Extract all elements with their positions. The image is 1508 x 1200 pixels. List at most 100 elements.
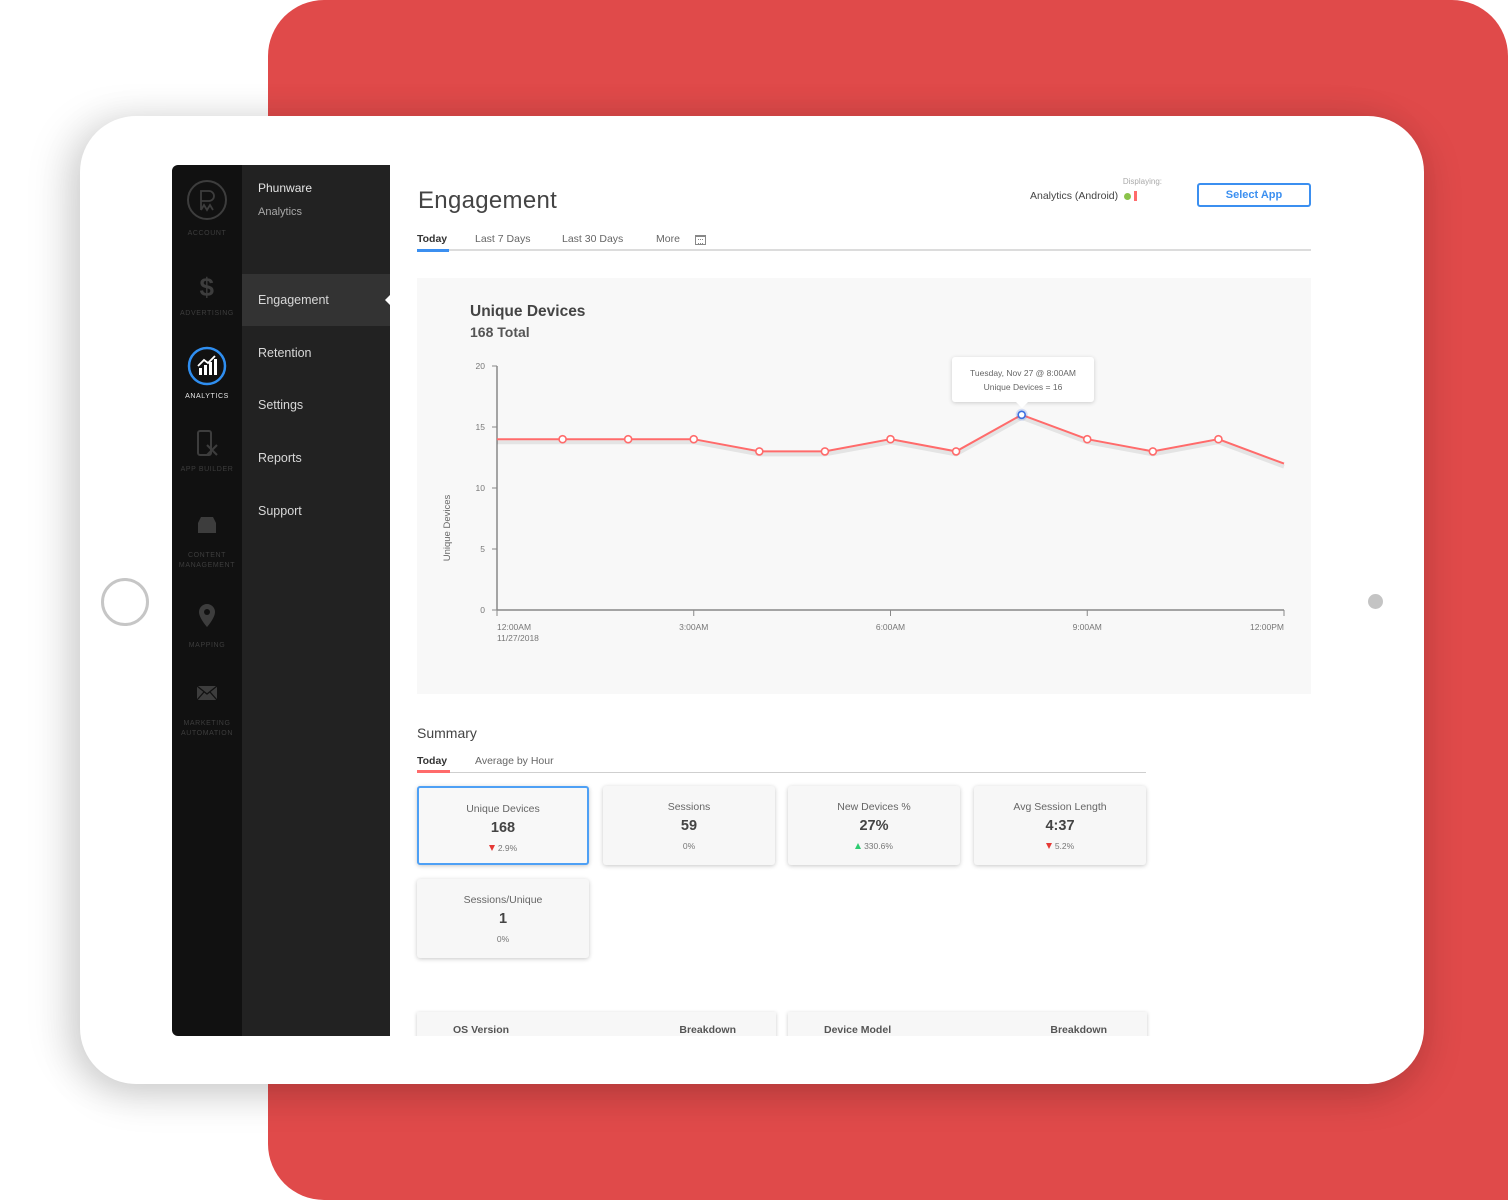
nav-item-reports[interactable]: Reports — [242, 432, 390, 484]
nav-item-label: Reports — [258, 451, 302, 465]
device-model-breakdown-card: Device Model Breakdown — [788, 1012, 1147, 1036]
tablet-camera — [1368, 594, 1383, 609]
data-point — [820, 447, 830, 456]
stat-value: 27% — [859, 818, 889, 834]
stat-label: New Devices % — [837, 801, 911, 813]
stat-value: 1 — [498, 911, 508, 927]
stat-card-unique-devices[interactable]: Unique Devices 168 2.9% — [417, 786, 589, 865]
y-axis-label: Unique Devices — [442, 494, 453, 561]
chart-tooltip: Tuesday, Nov 27 @ 8:00AM Unique Devices … — [952, 357, 1094, 408]
stat-card-sessions-per-unique[interactable]: Sessions/Unique 1 0% — [417, 879, 589, 958]
nav-item-label: Retention — [258, 346, 312, 360]
tab-last-30-days[interactable]: Last 30 Days — [562, 233, 623, 245]
breakdown-title: OS Version — [453, 1024, 510, 1036]
data-point — [623, 434, 633, 444]
rail-label: MARKETING — [183, 720, 231, 727]
stat-value: 168 — [490, 820, 516, 836]
summary-active-tab-indicator — [417, 770, 450, 773]
stat-change-value: 330.6% — [864, 841, 893, 851]
summary-title: Summary — [417, 725, 477, 741]
stat-label: Avg Session Length — [1013, 801, 1107, 813]
os-version-breakdown-card: OS Version Breakdown — [417, 1012, 776, 1036]
y-tick-label: 15 — [476, 422, 486, 432]
rail-label: ANALYTICS — [185, 393, 229, 400]
breakdown-title: Device Model — [824, 1024, 892, 1036]
nav-item-retention[interactable]: Retention — [242, 327, 390, 379]
summary-tab-average-by-hour[interactable]: Average by Hour — [475, 755, 554, 767]
platform-indicator-icon — [1134, 191, 1138, 202]
y-tick-label: 0 — [480, 605, 485, 615]
calendar-icon[interactable] — [695, 235, 706, 245]
map-pin-icon — [199, 604, 215, 627]
module-rail: ACCOUNT $ ADVERTISING ANALYTICS APP BUIL… — [172, 165, 242, 1036]
rail-label: AUTOMATION — [180, 730, 234, 737]
x-tick-label: 6:00AM — [876, 622, 905, 632]
tooltip-date: Tuesday, Nov 27 @ 8:00AM — [970, 368, 1076, 378]
stat-value: 4:37 — [1045, 818, 1075, 834]
x-tick-label: 12:00AM — [497, 622, 531, 632]
y-tick-label: 5 — [480, 544, 485, 554]
data-point — [558, 434, 567, 444]
tooltip-value: Unique Devices = 16 — [983, 382, 1063, 392]
summary-tabs: Today Average by Hour — [417, 754, 1146, 773]
app-builder-icon — [197, 430, 218, 456]
section-name: Analytics — [258, 206, 303, 218]
data-point — [951, 447, 961, 456]
active-tab-indicator — [417, 249, 449, 252]
summary-tab-today[interactable]: Today — [417, 755, 447, 767]
nav-item-support[interactable]: Support — [242, 485, 390, 537]
stat-change: 0% — [417, 934, 589, 944]
app-screen: ACCOUNT $ ADVERTISING ANALYTICS APP BUIL… — [172, 165, 1328, 1036]
stat-card-avg-session-length[interactable]: Avg Session Length 4:37 5.2% — [974, 786, 1146, 865]
nav-item-engagement[interactable]: Engagement — [242, 274, 391, 326]
stat-card-new-devices[interactable]: New Devices % 27% 330.6% — [788, 786, 960, 865]
stat-change: 330.6% — [788, 841, 960, 851]
analytics-chart-icon — [187, 346, 227, 386]
rail-item-advertising[interactable]: $ ADVERTISING — [172, 271, 242, 319]
displaying-label: Displaying: — [1122, 177, 1162, 186]
stat-label: Sessions — [667, 801, 711, 813]
x-tick-label: 9:00AM — [1073, 622, 1102, 632]
main-content: Engagement Displaying: Analytics (Androi… — [390, 165, 1328, 1036]
trend-up-icon — [855, 843, 862, 849]
tab-last-7-days[interactable]: Last 7 Days — [475, 233, 530, 245]
stat-change-value: 5.2% — [1054, 841, 1075, 851]
unique-devices-chart-card: Unique Devices 168 Total 0 5 10 15 20 Unique … — [417, 278, 1311, 694]
content-box-icon — [198, 517, 216, 533]
highlighted-data-point — [1017, 410, 1026, 420]
stat-label: Sessions/Unique — [463, 894, 543, 906]
nav-item-settings[interactable]: Settings — [242, 379, 390, 431]
data-point — [1082, 434, 1092, 444]
data-point — [1148, 447, 1158, 456]
x-tick-sublabel: 11/27/2018 — [497, 633, 539, 643]
x-tick-label: 3:00AM — [679, 622, 708, 632]
tab-today[interactable]: Today — [417, 233, 447, 245]
nav-item-label: Engagement — [258, 293, 329, 307]
brand-name: Phunware — [258, 181, 313, 195]
rail-item-account[interactable]: ACCOUNT — [172, 179, 242, 239]
rail-label: CONTENT — [187, 552, 227, 559]
breakdown-column-label: Breakdown — [1050, 1024, 1107, 1036]
promo-stage: ACCOUNT $ ADVERTISING ANALYTICS APP BUIL… — [0, 0, 1508, 1200]
android-icon — [1124, 192, 1132, 200]
select-app-button[interactable]: Select App — [1197, 183, 1311, 207]
rail-label: ACCOUNT — [187, 230, 227, 237]
rail-label: ADVERTISING — [180, 310, 234, 317]
stat-change: 0% — [603, 841, 775, 851]
trend-down-icon — [488, 845, 495, 851]
stat-card-sessions[interactable]: Sessions 59 0% — [603, 786, 775, 865]
stat-change-value: 2.9% — [497, 843, 518, 853]
breakdown-column-label: Breakdown — [679, 1024, 736, 1036]
rail-item-app-builder[interactable]: APP BUILDER — [172, 429, 242, 475]
tab-more[interactable]: More — [656, 233, 680, 245]
rail-item-mapping[interactable]: MAPPING — [172, 603, 242, 651]
line-chart: 0 5 10 15 20 Unique Devices 12:00AM11/27/2018 3… — [442, 361, 1285, 643]
rail-item-marketing-automation[interactable]: MARKETING AUTOMATION — [172, 685, 242, 739]
data-point — [689, 434, 699, 444]
envelope-icon — [196, 685, 218, 701]
stat-change: 5.2% — [974, 841, 1146, 851]
stat-change-value: 0% — [682, 841, 696, 851]
nav-item-label: Support — [258, 504, 302, 518]
rail-item-analytics[interactable]: ANALYTICS — [172, 346, 242, 402]
rail-item-content-management[interactable]: CONTENT MANAGEMENT — [172, 515, 242, 571]
